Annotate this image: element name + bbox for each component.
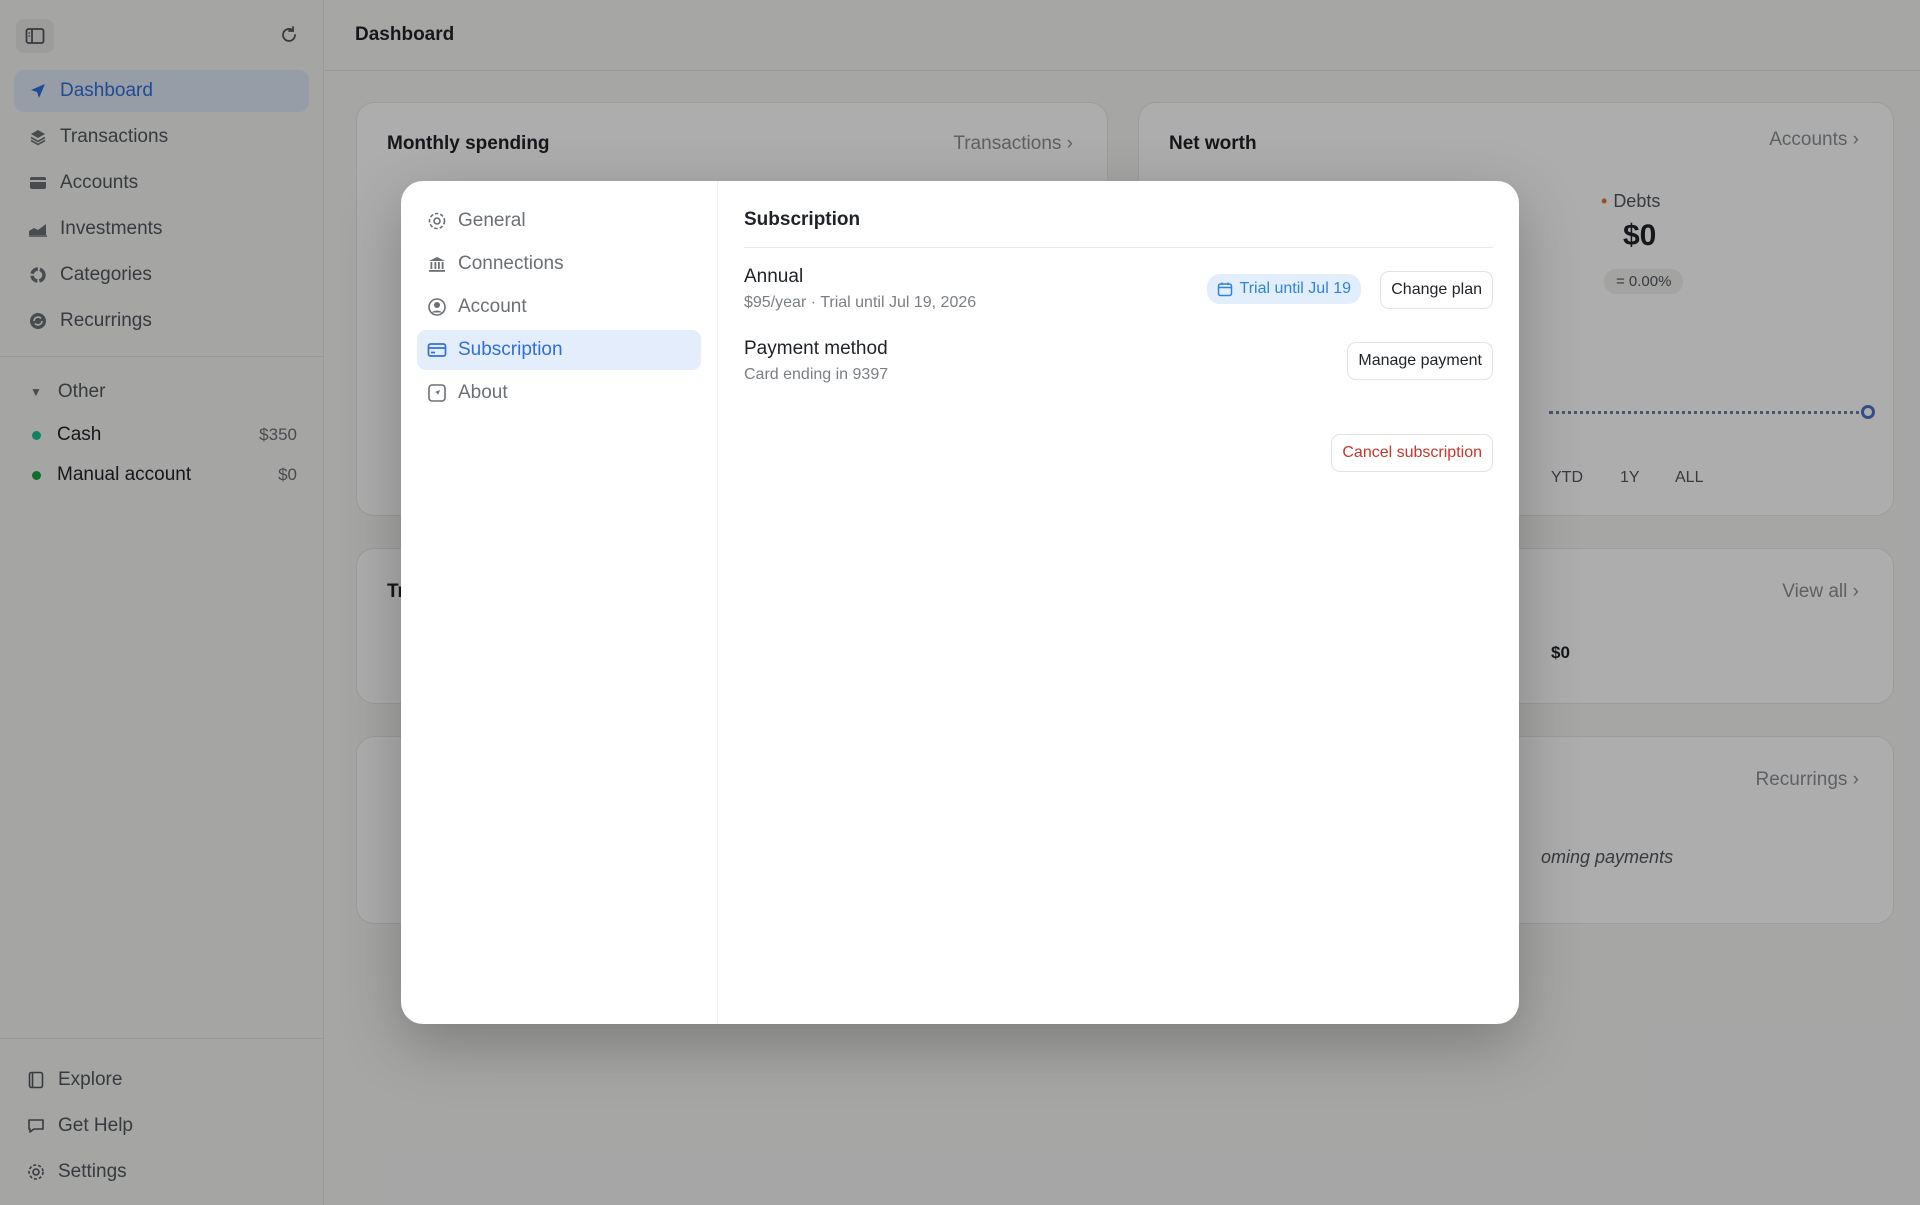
settings-tab-account[interactable]: Account [417,287,701,327]
trial-badge-label: Trial until Jul 19 [1239,280,1351,297]
settings-tab-label: Account [458,296,527,317]
plan-detail: $95/year · Trial until Jul 19, 2026 [744,294,977,311]
payment-detail: Card ending in 9397 [744,366,889,383]
card-icon [427,340,447,360]
info-square-icon [427,383,447,403]
settings-tab-label: Subscription [458,339,563,360]
settings-tab-general[interactable]: General [417,201,701,241]
settings-tab-label: About [458,382,508,403]
change-plan-button[interactable]: Change plan [1380,271,1493,309]
calendar-icon [1217,281,1233,297]
manage-payment-button[interactable]: Manage payment [1347,342,1493,380]
settings-tab-connections[interactable]: Connections [417,244,701,284]
cancel-subscription-button[interactable]: Cancel subscription [1331,434,1493,472]
panel-title: Subscription [744,209,1493,248]
plan-row: Annual $95/year · Trial until Jul 19, 20… [744,248,1493,320]
gear-icon [427,211,447,231]
settings-tab-label: General [458,210,526,231]
settings-modal: General Connections Account Subscription… [401,181,1519,1024]
settings-tab-about[interactable]: About [417,373,701,413]
cancel-row: Cancel subscription [744,392,1493,482]
plan-name: Annual [744,266,804,287]
bank-icon [427,254,447,274]
trial-badge: Trial until Jul 19 [1206,274,1361,304]
settings-nav: General Connections Account Subscription… [401,181,718,1024]
payment-row: Payment method Card ending in 9397 Manag… [744,320,1493,392]
user-circle-icon [427,297,447,317]
settings-tab-label: Connections [458,253,564,274]
payment-title: Payment method [744,338,888,359]
settings-tab-subscription[interactable]: Subscription [417,330,701,370]
subscription-panel: Subscription Annual $95/year · Trial unt… [718,181,1519,1024]
